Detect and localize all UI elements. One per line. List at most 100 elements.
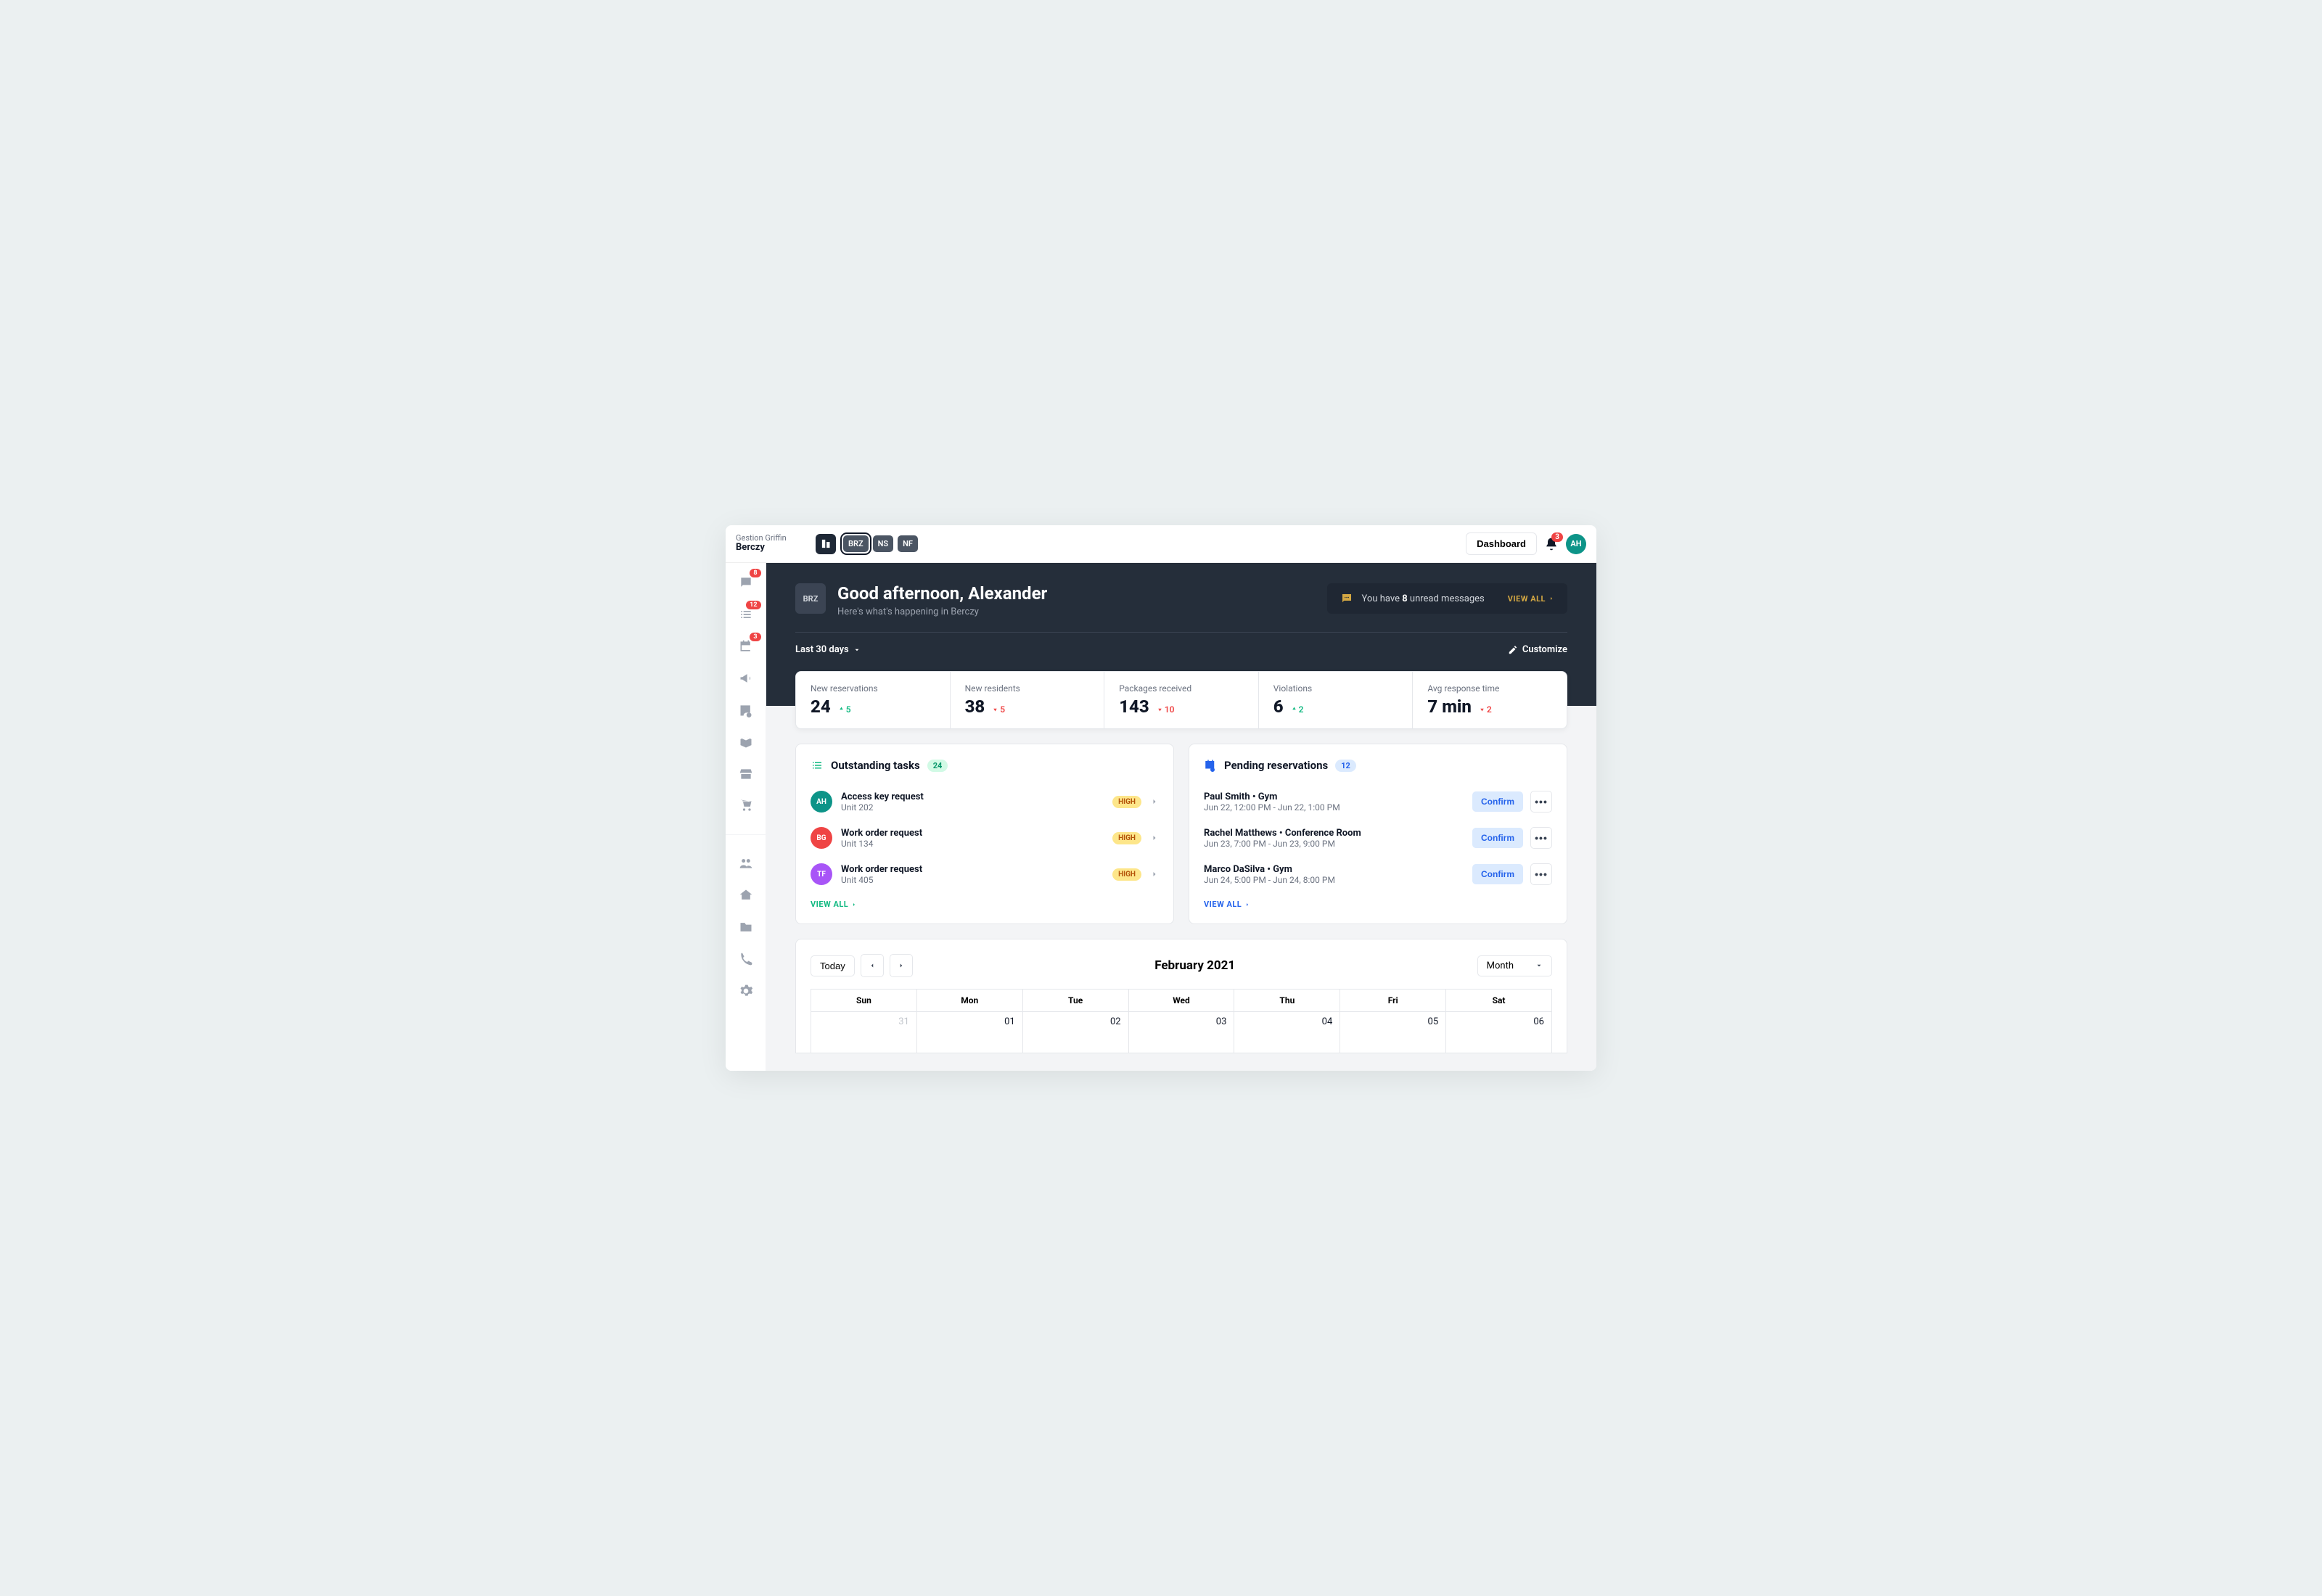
calendar-cell[interactable]: 03	[1129, 1012, 1235, 1053]
dashboard-button[interactable]: Dashboard	[1466, 532, 1537, 555]
sidebar-nav-units[interactable]	[738, 887, 754, 903]
day-header: Sun	[811, 990, 917, 1012]
calendar-cell[interactable]: 04	[1234, 1012, 1340, 1053]
sidebar-nav-chat[interactable]: 8	[738, 575, 754, 591]
task-row[interactable]: BG Work order request Unit 134 HIGH	[811, 820, 1159, 856]
calendar-check-icon	[1204, 759, 1217, 772]
sidebar-badge-calendar: 3	[750, 633, 760, 641]
panels-row: Outstanding tasks 24 AH Access key reque…	[766, 729, 1596, 939]
notification-count: 3	[1551, 532, 1563, 542]
reservation-row: Rachel Matthews • Conference Room Jun 23…	[1204, 820, 1552, 856]
task-title: Work order request	[841, 864, 1104, 875]
building-chip-brz[interactable]: BRZ	[843, 535, 869, 552]
priority-badge: HIGH	[1112, 832, 1141, 844]
checklist-icon	[811, 759, 824, 772]
confirm-button[interactable]: Confirm	[1472, 791, 1523, 812]
confirm-button[interactable]: Confirm	[1472, 828, 1523, 848]
sidebar-nav-schedule[interactable]	[738, 702, 754, 718]
chevron-right-icon	[1244, 902, 1250, 908]
date-range-selector[interactable]: Last 30 days	[795, 644, 861, 655]
sidebar-nav-packages[interactable]	[738, 734, 754, 750]
stats-row: New reservations 245 New residents 385 P…	[795, 671, 1567, 729]
calendar-cell[interactable]: 05	[1340, 1012, 1446, 1053]
calendar-icon	[739, 639, 753, 654]
home-icon	[739, 888, 753, 902]
sidebar-badge-tasks: 12	[746, 601, 760, 609]
today-button[interactable]: Today	[811, 955, 855, 976]
building-selector-icon[interactable]	[816, 534, 836, 554]
chat-icon	[739, 575, 753, 590]
calendar-cell[interactable]: 31	[811, 1012, 917, 1053]
task-subtitle: Unit 202	[841, 802, 1104, 813]
more-options-button[interactable]: •••	[1530, 827, 1552, 849]
delta-up: 5	[838, 704, 851, 715]
sidebar-nav-marketplace[interactable]	[738, 798, 754, 814]
tasks-view-all-link[interactable]: VIEW ALL	[811, 900, 1159, 909]
unread-messages-box[interactable]: You have 8 unread messages VIEW ALL	[1327, 583, 1567, 614]
sidebar-nav-contacts[interactable]	[738, 951, 754, 967]
pencil-icon	[1508, 645, 1518, 655]
task-title: Work order request	[841, 828, 1104, 839]
arrow-down-icon	[1157, 706, 1163, 712]
building-chip-nf[interactable]: NF	[898, 535, 918, 552]
sidebar-nav-calendar[interactable]: 3	[738, 638, 754, 654]
stat-packages: Packages received 14310	[1104, 672, 1259, 728]
sidebar-nav-documents[interactable]	[738, 919, 754, 935]
user-avatar[interactable]: AH	[1566, 534, 1586, 554]
store-icon	[739, 767, 753, 781]
day-header: Wed	[1129, 990, 1235, 1012]
main-content: BRZ Good afternoon, Alexander Here's wha…	[766, 563, 1596, 1071]
sidebar-nav-amenities[interactable]	[738, 766, 754, 782]
task-row[interactable]: TF Work order request Unit 405 HIGH	[811, 856, 1159, 892]
chevron-right-icon	[851, 902, 857, 908]
phone-icon	[739, 952, 753, 966]
people-icon	[739, 856, 753, 871]
more-options-button[interactable]: •••	[1530, 863, 1552, 885]
task-subtitle: Unit 405	[841, 875, 1104, 885]
next-month-button[interactable]	[890, 954, 913, 977]
unread-message-text: You have 8 unread messages	[1362, 593, 1485, 604]
notifications-bell[interactable]: 3	[1544, 537, 1559, 551]
folder-icon	[739, 920, 753, 934]
reservation-title: Marco DaSilva • Gym	[1204, 864, 1465, 875]
reservations-view-all-link[interactable]: VIEW ALL	[1204, 900, 1552, 909]
task-title: Access key request	[841, 791, 1104, 802]
chevron-left-icon	[869, 962, 876, 969]
stat-new-residents: New residents 385	[951, 672, 1105, 728]
chevron-right-icon	[1150, 797, 1159, 806]
cart-icon	[739, 799, 753, 813]
arrow-up-icon	[838, 706, 845, 712]
pending-reservations-panel: Pending reservations 12 Paul Smith • Gym…	[1189, 744, 1567, 924]
topbar: Gestion Griffin Berczy BRZ NS NF Dashboa…	[726, 525, 1596, 563]
calendar-cell[interactable]: 01	[917, 1012, 1023, 1053]
calendar-grid: Sun Mon Tue Wed Thu Fri Sat 31 01 02 03 …	[811, 989, 1552, 1053]
arrow-down-icon	[1479, 706, 1485, 712]
task-subtitle: Unit 134	[841, 839, 1104, 849]
calendar-cell[interactable]: 02	[1023, 1012, 1129, 1053]
delta-down: 10	[1157, 704, 1175, 715]
confirm-button[interactable]: Confirm	[1472, 864, 1523, 884]
sidebar-nav-settings[interactable]	[738, 983, 754, 999]
customize-button[interactable]: Customize	[1508, 644, 1567, 655]
reservation-row: Paul Smith • Gym Jun 22, 12:00 PM - Jun …	[1204, 783, 1552, 820]
sidebar-nav-announcements[interactable]	[738, 670, 754, 686]
calendar-cell[interactable]: 06	[1446, 1012, 1552, 1053]
more-options-button[interactable]: •••	[1530, 791, 1552, 813]
megaphone-icon	[739, 671, 753, 686]
reservation-title: Rachel Matthews • Conference Room	[1204, 828, 1465, 839]
prev-month-button[interactable]	[861, 954, 884, 977]
reservation-row: Marco DaSilva • Gym Jun 24, 5:00 PM - Ju…	[1204, 856, 1552, 892]
task-row[interactable]: AH Access key request Unit 202 HIGH	[811, 783, 1159, 820]
outstanding-tasks-panel: Outstanding tasks 24 AH Access key reque…	[795, 744, 1174, 924]
day-header: Fri	[1340, 990, 1446, 1012]
building-chip-ns[interactable]: NS	[873, 535, 894, 552]
view-all-messages-link[interactable]: VIEW ALL	[1508, 594, 1554, 604]
list-icon	[739, 607, 753, 622]
building-chips: BRZ NS NF	[843, 535, 918, 552]
reservation-time: Jun 23, 7:00 PM - Jun 23, 9:00 PM	[1204, 839, 1465, 849]
task-avatar: BG	[811, 827, 832, 849]
calendar-view-selector[interactable]: Month	[1477, 955, 1552, 976]
sidebar-nav-tasks[interactable]: 12	[738, 606, 754, 622]
reservations-count-pill: 12	[1335, 760, 1356, 772]
sidebar-nav-residents[interactable]	[738, 855, 754, 871]
